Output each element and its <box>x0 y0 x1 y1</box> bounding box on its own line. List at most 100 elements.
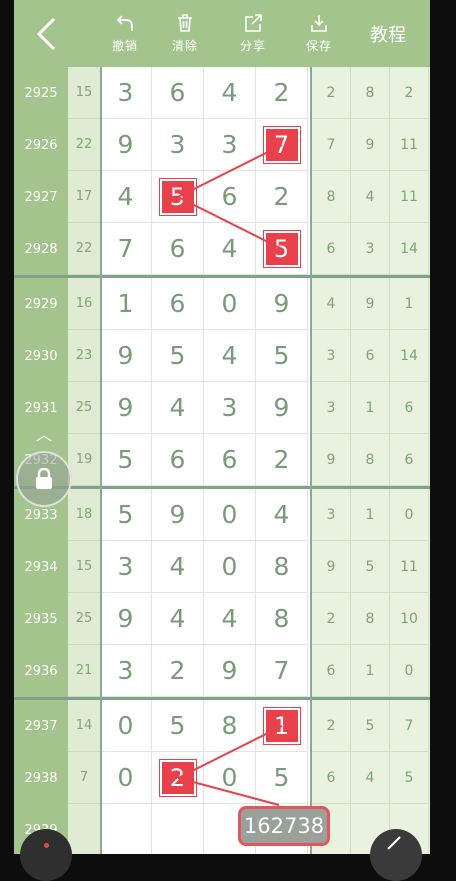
lock-button[interactable] <box>16 451 72 507</box>
tutorial-button[interactable]: 教程 <box>356 0 420 67</box>
digit-cell[interactable]: 4 <box>204 67 256 119</box>
digit-cells: 3 2 9 7 <box>100 645 310 697</box>
digit-cell[interactable]: 6 <box>204 171 256 223</box>
digit-value: 8 <box>221 711 238 740</box>
digit-cell[interactable]: 6 <box>152 67 204 119</box>
digit-cell[interactable]: 3 <box>100 541 152 593</box>
digit-cell[interactable]: 2 <box>256 67 308 119</box>
digit-cell[interactable]: 7 <box>256 645 308 697</box>
count-badge: 162738 <box>238 806 330 846</box>
digit-value: 3 <box>117 552 134 581</box>
table-row: 2928 22 7 6 4 5 6 3 14 <box>14 223 430 275</box>
digit-value: 5 <box>159 178 196 215</box>
digit-cell[interactable]: 9 <box>100 593 152 645</box>
digit-value: 2 <box>159 759 196 796</box>
digit-cell[interactable]: 9 <box>100 330 152 382</box>
digit-cell-highlighted[interactable]: 5 <box>152 171 204 223</box>
floating-action-button-left[interactable] <box>20 829 72 881</box>
digit-cell[interactable]: 5 <box>152 700 204 752</box>
digit-cell[interactable]: 8 <box>256 541 308 593</box>
digit-cell[interactable]: 0 <box>204 752 256 804</box>
digit-cell[interactable]: 0 <box>100 752 152 804</box>
digit-cell[interactable]: 3 <box>100 67 152 119</box>
digit-cell[interactable]: 6 <box>152 434 204 486</box>
stat-cells: 6 3 14 <box>312 223 430 275</box>
table-row: 2939 <box>14 804 430 854</box>
digit-cell[interactable]: 4 <box>152 593 204 645</box>
digit-cells: 9 5 4 5 <box>100 330 310 382</box>
digit-cell[interactable]: 4 <box>100 171 152 223</box>
digit-cell[interactable]: 4 <box>256 489 308 541</box>
digit-value: 5 <box>169 711 186 740</box>
digit-cell[interactable]: 3 <box>204 119 256 171</box>
digit-cell[interactable]: 9 <box>256 382 308 434</box>
digit-cell[interactable]: 7 <box>100 223 152 275</box>
save-button[interactable]: 保存 <box>296 0 342 67</box>
digit-cell[interactable]: 3 <box>152 119 204 171</box>
digit-cell-highlighted[interactable]: 5 <box>256 223 308 275</box>
digit-cell[interactable]: 1 <box>100 278 152 330</box>
digit-cell[interactable]: 6 <box>152 278 204 330</box>
digit-cell[interactable]: 2 <box>256 171 308 223</box>
digit-cell[interactable]: 0 <box>100 700 152 752</box>
share-label: 分享 <box>239 39 266 53</box>
digit-cell[interactable] <box>152 804 204 854</box>
digit-cell-highlighted[interactable]: 7 <box>256 119 308 171</box>
digit-cell-highlighted[interactable]: 1 <box>256 700 308 752</box>
digit-cells: 9337 <box>100 119 310 171</box>
undo-button[interactable]: 撤销 <box>102 0 148 67</box>
digit-cell[interactable]: 0 <box>204 489 256 541</box>
back-button[interactable] <box>24 0 68 67</box>
digit-cell[interactable]: 3 <box>204 382 256 434</box>
digit-cell[interactable]: 6 <box>152 223 204 275</box>
digit-value: 0 <box>221 763 238 792</box>
digit-cell[interactable]: 4 <box>152 382 204 434</box>
digit-cell[interactable]: 9 <box>100 119 152 171</box>
digit-value: 6 <box>169 445 186 474</box>
digit-cell[interactable]: 2 <box>256 434 308 486</box>
digit-cell[interactable]: 4 <box>152 541 204 593</box>
share-button[interactable]: 分享 <box>230 0 276 67</box>
table-row: 2930 23 9 5 4 5 3 6 14 <box>14 330 430 382</box>
digit-cell[interactable]: 4 <box>204 593 256 645</box>
digit-cell[interactable]: 5 <box>100 434 152 486</box>
chevron-up-icon[interactable]: ︿ <box>34 425 54 444</box>
digit-cell[interactable]: 5 <box>256 752 308 804</box>
digit-cell-highlighted[interactable]: 2 <box>152 752 204 804</box>
digit-cell[interactable]: 0 <box>204 541 256 593</box>
digit-value: 4 <box>117 182 134 211</box>
floating-action-button-right[interactable] <box>370 829 422 881</box>
stat-cell: 6 <box>390 434 429 486</box>
digit-value: 2 <box>273 78 290 107</box>
digit-cell[interactable]: 8 <box>256 593 308 645</box>
sum-value <box>68 804 100 854</box>
digit-cell[interactable]: 5 <box>152 330 204 382</box>
digit-value: 6 <box>169 78 186 107</box>
trash-icon <box>178 14 192 32</box>
digit-cell[interactable]: 4 <box>204 223 256 275</box>
digit-cell[interactable]: 3 <box>100 645 152 697</box>
group-separator <box>14 486 430 489</box>
table-row: 2931 25 9 4 3 9 3 1 6 <box>14 382 430 434</box>
sum-value: 7 <box>68 752 100 804</box>
digit-cell[interactable] <box>100 804 152 854</box>
digit-cell[interactable]: 0 <box>204 278 256 330</box>
stat-cell: 2 <box>312 593 351 645</box>
digit-cell[interactable]: 9 <box>256 278 308 330</box>
digit-cell[interactable]: 2 <box>152 645 204 697</box>
digit-cell[interactable]: 9 <box>152 489 204 541</box>
digit-cell[interactable]: 9 <box>204 645 256 697</box>
digit-cell[interactable]: 4 <box>204 330 256 382</box>
digit-cell[interactable]: 6 <box>204 434 256 486</box>
stat-cells: 645 <box>312 752 430 804</box>
digit-cell[interactable]: 5 <box>256 330 308 382</box>
stat-cells: 2 8 10 <box>312 593 430 645</box>
digit-value: 0 <box>117 763 134 792</box>
red-dot-icon <box>44 843 49 848</box>
clear-button[interactable]: 清除 <box>162 0 208 67</box>
stat-cells: 9 5 11 <box>312 541 430 593</box>
digit-cell[interactable]: 9 <box>100 382 152 434</box>
digit-cell[interactable]: 8 <box>204 700 256 752</box>
sum-value: 22 <box>68 119 100 171</box>
digit-cell[interactable]: 5 <box>100 489 152 541</box>
